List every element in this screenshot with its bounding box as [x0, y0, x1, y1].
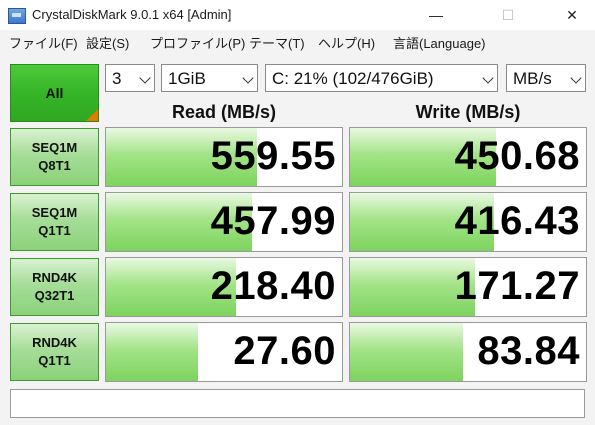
count-select[interactable]: 3	[105, 64, 155, 92]
read-result: 218.40	[105, 257, 343, 317]
write-value: 83.84	[477, 329, 580, 373]
unit-value: MB/s	[513, 69, 552, 88]
write-value: 171.27	[454, 264, 580, 308]
read-result: 27.60	[105, 322, 343, 382]
test-label-line1: SEQ1M	[31, 205, 78, 220]
menu-settings[interactable]: 設定(S)	[86, 33, 129, 52]
menu-profile[interactable]: プロファイル(P)	[150, 33, 245, 52]
write-result: 416.43	[349, 192, 587, 252]
title-bar: CrystalDiskMark 9.0.1 x64 [Admin] — ☐ ✕	[0, 0, 595, 30]
write-result: 171.27	[349, 257, 587, 317]
read-result: 559.55	[105, 127, 343, 187]
comment-input[interactable]	[10, 389, 585, 418]
test-button-seq1m-q8t1[interactable]: SEQ1M Q8T1	[10, 128, 99, 186]
test-label-line2: Q8T1	[38, 158, 71, 173]
chevron-down-icon	[482, 72, 494, 84]
size-value: 1GiB	[168, 69, 206, 88]
chevron-down-icon	[570, 72, 582, 84]
write-value: 416.43	[454, 199, 580, 243]
drive-value: C: 21% (102/476GiB)	[272, 69, 434, 88]
maximize-button[interactable]: ☐	[485, 0, 531, 30]
test-label-line2: Q1T1	[38, 223, 71, 238]
read-value: 457.99	[210, 199, 336, 243]
unit-select[interactable]: MB/s	[506, 64, 586, 92]
all-button-label: All	[45, 85, 64, 101]
test-button-rnd4k-q1t1[interactable]: RND4K Q1T1	[10, 323, 99, 381]
chevron-down-icon	[139, 72, 151, 84]
read-header: Read (MB/s)	[171, 102, 276, 122]
count-value: 3	[112, 69, 122, 88]
test-label-line1: SEQ1M	[31, 140, 78, 155]
close-button[interactable]: ✕	[549, 0, 595, 30]
drive-select[interactable]: C: 21% (102/476GiB)	[265, 64, 498, 92]
app-icon	[8, 8, 26, 24]
test-label-line2: Q1T1	[38, 353, 71, 368]
test-label-line1: RND4K	[32, 335, 77, 350]
read-value: 27.60	[233, 329, 336, 373]
menu-theme[interactable]: テーマ(T)	[249, 33, 305, 52]
read-value: 559.55	[210, 134, 336, 178]
all-button[interactable]: All	[10, 64, 99, 122]
menu-help[interactable]: ヘルプ(H)	[318, 33, 375, 52]
test-label-line2: Q32T1	[34, 288, 75, 303]
write-progress-bar	[350, 323, 464, 381]
size-select[interactable]: 1GiB	[161, 64, 258, 92]
minimize-button[interactable]: —	[413, 0, 459, 30]
write-result: 83.84	[349, 322, 587, 382]
write-value: 450.68	[454, 134, 580, 178]
read-result: 457.99	[105, 192, 343, 252]
menu-bar: ファイル(F) 設定(S) プロファイル(P) テーマ(T) ヘルプ(H) 言語…	[0, 30, 595, 52]
write-result: 450.68	[349, 127, 587, 187]
window-title: CrystalDiskMark 9.0.1 x64 [Admin]	[32, 7, 232, 22]
test-button-rnd4k-q32t1[interactable]: RND4K Q32T1	[10, 258, 99, 316]
read-progress-bar	[106, 323, 199, 381]
test-button-seq1m-q1t1[interactable]: SEQ1M Q1T1	[10, 193, 99, 251]
test-label-line1: RND4K	[32, 270, 77, 285]
chevron-down-icon	[242, 72, 254, 84]
menu-file[interactable]: ファイル(F)	[9, 33, 78, 52]
write-header: Write (MB/s)	[415, 102, 521, 122]
menu-language[interactable]: 言語(Language)	[393, 33, 486, 52]
read-value: 218.40	[210, 264, 336, 308]
